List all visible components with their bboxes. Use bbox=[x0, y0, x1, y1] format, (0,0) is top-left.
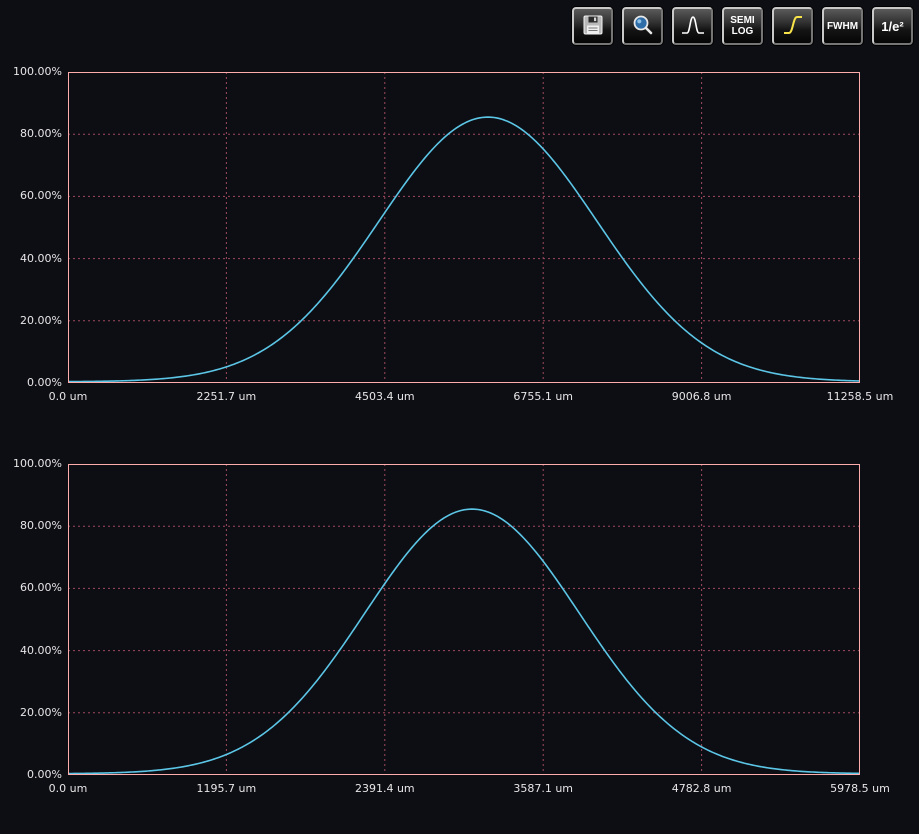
y-tick-label: 20.00% bbox=[0, 706, 62, 719]
fwhm-label: FWHM bbox=[827, 21, 858, 32]
x-tick-label: 1195.7 um bbox=[197, 782, 257, 795]
x-tick-label: 3587.1 um bbox=[513, 782, 573, 795]
x-profile-plot-area[interactable] bbox=[68, 72, 860, 383]
x-tick-label: 6755.1 um bbox=[513, 390, 573, 403]
x-tick-label: 2391.4 um bbox=[355, 782, 415, 795]
x-tick-label: 5978.5 um bbox=[830, 782, 890, 795]
floppy-disk-icon bbox=[581, 13, 605, 40]
one-over-e-squared-button[interactable]: 1/e² bbox=[872, 7, 913, 45]
y-tick-label: 40.00% bbox=[0, 252, 62, 265]
gaussian-peak-icon bbox=[680, 13, 706, 40]
semilog-button[interactable]: SEMI LOG bbox=[722, 7, 763, 45]
y-tick-label: 60.00% bbox=[0, 189, 62, 202]
chart-x-profile: 100.00% 80.00% 60.00% 40.00% 20.00% 0.00… bbox=[0, 72, 919, 404]
x-tick-label: 0.0 um bbox=[49, 390, 88, 403]
toolbar: SEMI LOG FWHM 1/e² bbox=[572, 7, 913, 45]
y-tick-label: 100.00% bbox=[0, 457, 62, 470]
knife-edge-button[interactable] bbox=[772, 7, 813, 45]
y-profile-plot-area[interactable] bbox=[68, 464, 860, 775]
beam-profiler-window: SEMI LOG FWHM 1/e² 100.00% 80.00% 60.00%… bbox=[0, 0, 919, 834]
y-tick-label: 60.00% bbox=[0, 581, 62, 594]
knife-edge-curve-icon bbox=[780, 13, 806, 40]
x-tick-label: 4782.8 um bbox=[672, 782, 732, 795]
chart-y-profile: 100.00% 80.00% 60.00% 40.00% 20.00% 0.00… bbox=[0, 464, 919, 796]
y-tick-label: 40.00% bbox=[0, 644, 62, 657]
gaussian-fit-button[interactable] bbox=[672, 7, 713, 45]
x-tick-label: 9006.8 um bbox=[672, 390, 732, 403]
semilog-label-line1: SEMI bbox=[730, 15, 754, 26]
y-tick-label: 20.00% bbox=[0, 314, 62, 327]
x-tick-label: 2251.7 um bbox=[197, 390, 257, 403]
one-over-e-squared-label: 1/e² bbox=[881, 19, 903, 34]
x-tick-label: 11258.5 um bbox=[827, 390, 894, 403]
magnifier-icon bbox=[631, 13, 655, 40]
zoom-button[interactable] bbox=[622, 7, 663, 45]
y-tick-label: 0.00% bbox=[0, 376, 62, 389]
x-tick-label: 0.0 um bbox=[49, 782, 88, 795]
y-tick-label: 80.00% bbox=[0, 519, 62, 532]
y-tick-label: 0.00% bbox=[0, 768, 62, 781]
x-tick-label: 4503.4 um bbox=[355, 390, 415, 403]
fwhm-button[interactable]: FWHM bbox=[822, 7, 863, 45]
semilog-label-line2: LOG bbox=[732, 26, 754, 37]
save-button[interactable] bbox=[572, 7, 613, 45]
y-tick-label: 80.00% bbox=[0, 127, 62, 140]
y-tick-label: 100.00% bbox=[0, 65, 62, 78]
